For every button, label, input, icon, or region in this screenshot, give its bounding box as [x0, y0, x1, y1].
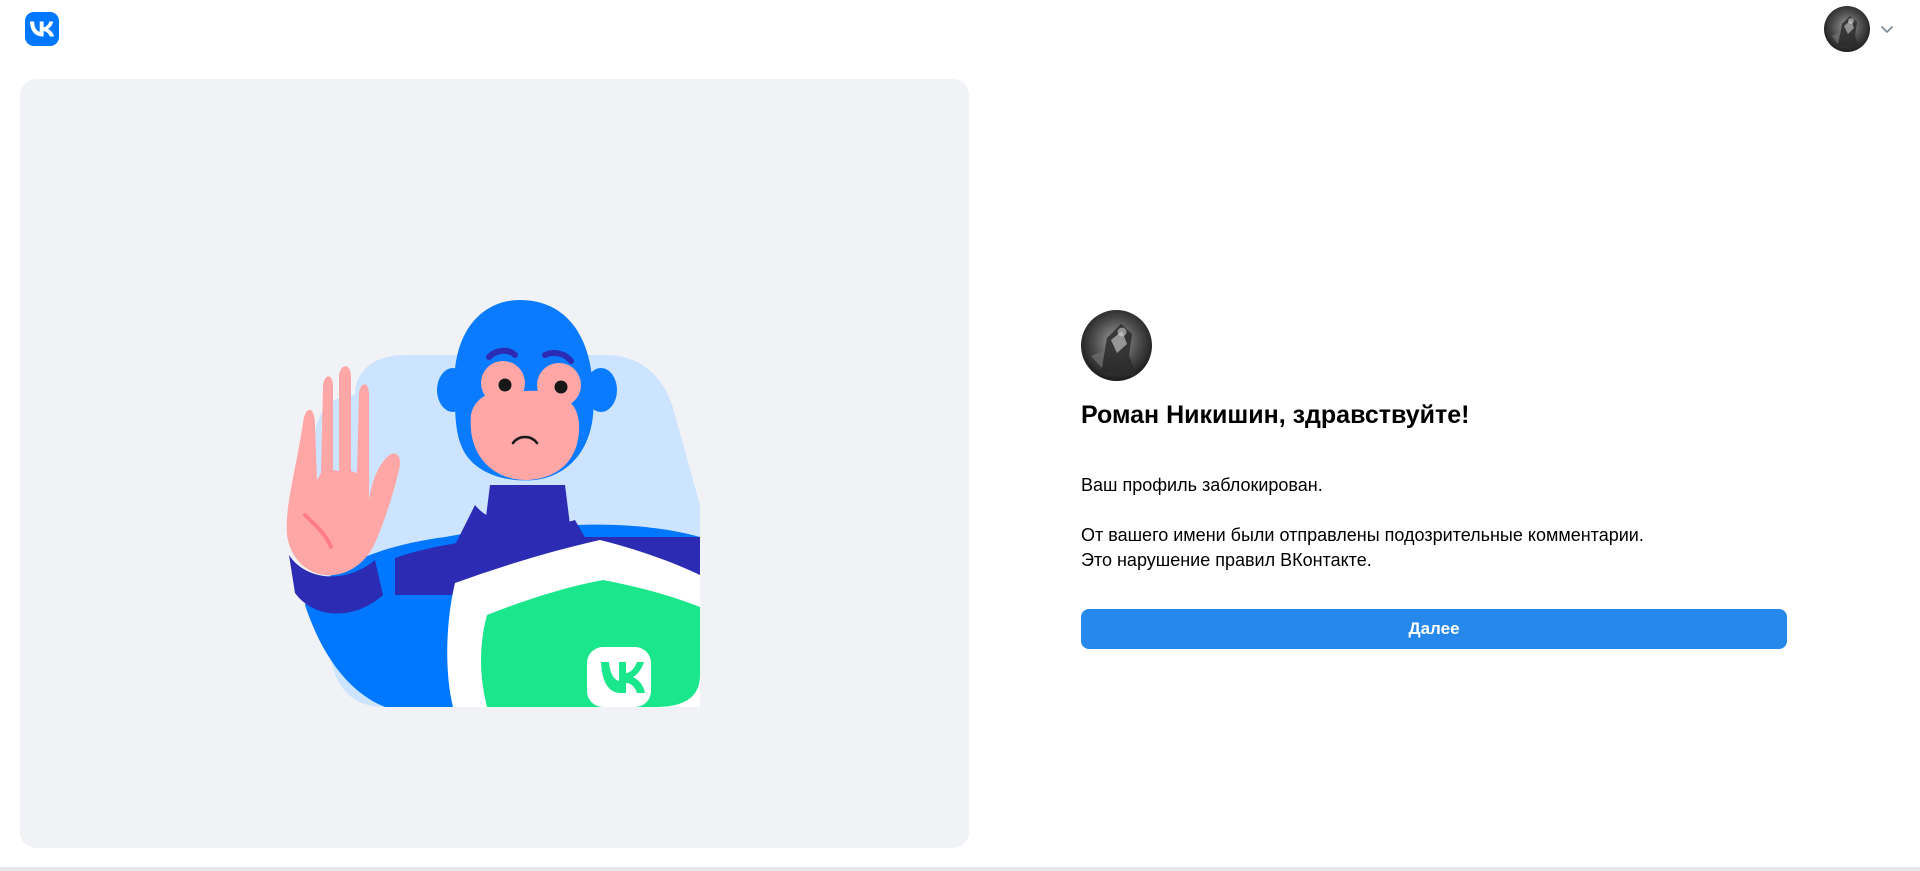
avatar	[1081, 310, 1152, 381]
chevron-down-icon	[1881, 26, 1893, 33]
top-bar	[0, 0, 1920, 60]
next-button[interactable]: Далее	[1081, 609, 1787, 649]
block-notice: Роман Никишин, здравствуйте! Ваш профиль…	[1081, 310, 1787, 649]
greeting-title: Роман Никишин, здравствуйте!	[1081, 401, 1470, 429]
divider	[0, 867, 1920, 871]
blocked-hero-illustration	[286, 300, 700, 707]
block-message: Ваш профиль заблокирован. От вашего имен…	[1081, 473, 1787, 573]
message-line: От вашего имени были отправлены подозрит…	[1081, 525, 1644, 545]
avatar[interactable]	[1824, 6, 1870, 52]
profile-menu[interactable]	[1824, 6, 1894, 52]
vk-logo-icon[interactable]	[25, 12, 59, 46]
message-line: Ваш профиль заблокирован.	[1081, 475, 1323, 495]
illustration-panel	[20, 79, 969, 848]
message-line: Это нарушение правил ВКонтакте.	[1081, 550, 1372, 570]
